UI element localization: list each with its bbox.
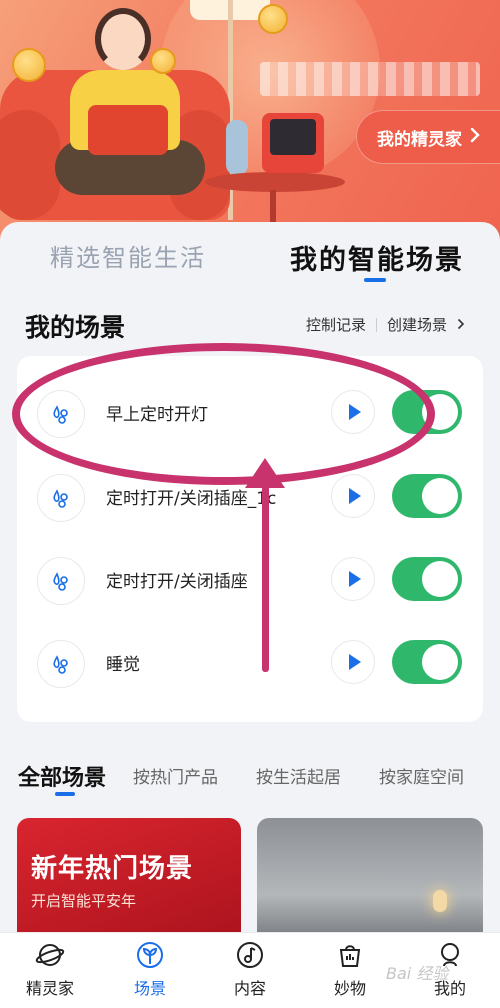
all-scenes-title[interactable]: 全部场景: [18, 760, 106, 792]
smart-display-screen: [270, 119, 316, 155]
scene-name: 睡觉: [106, 655, 140, 675]
link-separator: [376, 317, 378, 332]
scene-enable-toggle[interactable]: [392, 640, 462, 684]
vase: [226, 120, 248, 175]
active-tab-indicator: [364, 278, 386, 282]
tab-curated-smart-life[interactable]: 精选智能生活: [50, 238, 206, 273]
coin-icon: [150, 48, 176, 74]
coin-icon: [12, 48, 46, 82]
baidu-watermark: Bai 经验: [386, 964, 449, 983]
blurred-username: [260, 62, 480, 96]
chevron-right-icon: [457, 316, 465, 334]
nav-label: 场景: [133, 979, 166, 998]
run-scene-button[interactable]: [331, 640, 375, 684]
scene-enable-toggle[interactable]: [392, 474, 462, 518]
chevron-right-icon: [470, 127, 480, 148]
scene-drops-icon: [37, 557, 85, 605]
all-scenes-indicator: [55, 792, 75, 796]
toggle-knob: [422, 478, 458, 514]
scene-row[interactable]: 定时打开/关闭插座: [17, 537, 483, 619]
genie-button-label: 我的精灵家: [377, 129, 462, 150]
annotation-arrow-shaft: [262, 478, 269, 672]
create-scene-link[interactable]: 创建场景: [387, 314, 447, 335]
scene-row[interactable]: 睡觉: [17, 620, 483, 702]
control-log-link[interactable]: 控制记录: [306, 314, 366, 335]
armchair-left-arm: [0, 110, 60, 220]
tab-my-smart-scenes[interactable]: 我的智能场景: [290, 238, 464, 277]
nav-content[interactable]: 内容: [200, 933, 300, 1008]
scene-drops-icon: [37, 640, 85, 688]
nav-goods[interactable]: 妙物: [300, 933, 400, 1008]
my-genie-home-button[interactable]: 我的精灵家: [356, 110, 500, 164]
side-table: [205, 172, 345, 192]
run-scene-button[interactable]: [331, 474, 375, 518]
person-head: [95, 8, 151, 70]
bedside-lamp: [433, 890, 447, 912]
nav-genie-home[interactable]: 精灵家: [0, 933, 100, 1008]
sprout-icon: [134, 939, 166, 971]
play-icon: [348, 488, 361, 504]
nav-label: 妙物: [333, 979, 366, 998]
scene-name: 定时打开/关闭插座: [106, 572, 248, 592]
bag-icon: [334, 939, 366, 971]
coin-icon: [258, 4, 288, 34]
promo-subtitle: 开启智能平安年: [31, 892, 137, 910]
annotation-ellipse: [12, 343, 435, 485]
scene-links: 控制记录 创建场景: [306, 314, 465, 335]
nav-label: 精灵家: [25, 979, 74, 998]
toggle-knob: [422, 561, 458, 597]
my-scenes-title: 我的场景: [25, 313, 126, 342]
toggle-knob: [422, 644, 458, 680]
run-scene-button[interactable]: [331, 557, 375, 601]
filter-daily-life[interactable]: 按生活起居: [256, 763, 341, 788]
promo-title: 新年热门场景: [31, 854, 194, 884]
play-icon: [348, 654, 361, 670]
filter-home-space[interactable]: 按家庭空间: [379, 763, 464, 788]
music-note-icon: [234, 939, 266, 971]
nav-scenes[interactable]: 场景: [100, 933, 200, 1008]
scene-drops-icon: [37, 474, 85, 522]
play-icon: [348, 571, 361, 587]
gift-box: [88, 105, 168, 155]
filter-hot-products[interactable]: 按热门产品: [133, 763, 218, 788]
scene-enable-toggle[interactable]: [392, 557, 462, 601]
planet-icon: [34, 939, 66, 971]
nav-label: 内容: [233, 979, 266, 998]
